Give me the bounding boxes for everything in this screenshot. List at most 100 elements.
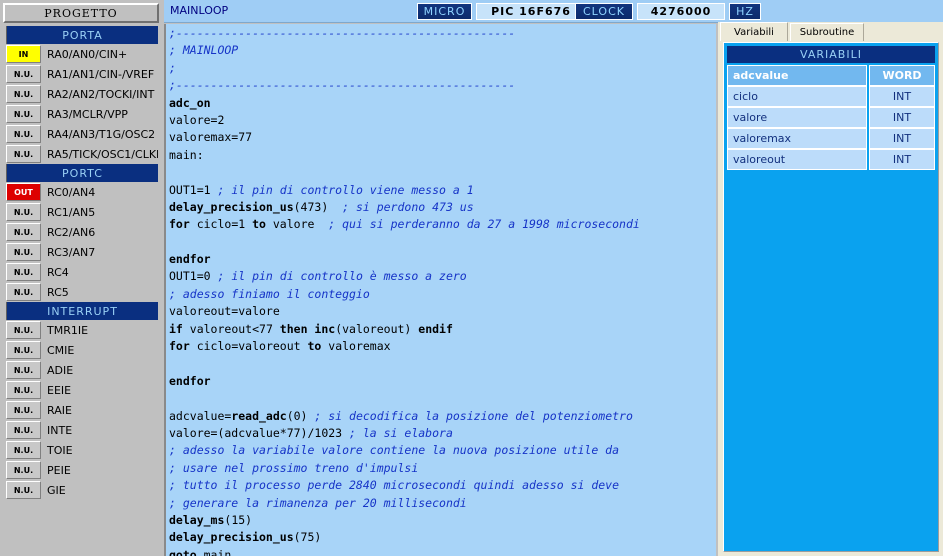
code-line: valoremax=77	[169, 129, 716, 146]
code-plain: valoremax=77	[169, 130, 253, 145]
pin-state-button[interactable]: N.U.	[6, 85, 41, 103]
pin-row[interactable]: N.U. EEIE	[6, 380, 158, 400]
pin-state-button[interactable]: N.U.	[6, 481, 41, 499]
pin-row[interactable]: N.U. PEIE	[6, 460, 158, 480]
pin-state-button[interactable]: N.U.	[6, 461, 41, 479]
code-line: delay_ms(15)	[169, 512, 716, 529]
code-plain: ciclo=valoreout	[189, 339, 308, 354]
pin-state-button[interactable]: N.U.	[6, 321, 41, 339]
code-comment: ; il pin di controllo è messo a zero	[217, 269, 467, 284]
pin-label: RAIE	[47, 403, 72, 417]
pin-row[interactable]: N.U. GIE	[6, 480, 158, 500]
pin-row[interactable]: OUT RC0/AN4	[6, 182, 158, 202]
code-keyword: adc_on	[169, 95, 211, 110]
pin-row[interactable]: IN RA0/AN0/CIN+	[6, 44, 158, 64]
pin-row[interactable]: N.U. RC2/AN6	[6, 222, 158, 242]
pin-label: RC1/AN5	[47, 205, 96, 219]
pin-row[interactable]: N.U. RAIE	[6, 400, 158, 420]
code-plain: valore=2	[169, 112, 225, 127]
tabstrip: Variabili Subroutine	[718, 22, 943, 41]
variable-type: WORD	[869, 65, 935, 86]
pin-state-button[interactable]: N.U.	[6, 105, 41, 123]
pin-state-button[interactable]: N.U.	[6, 65, 41, 83]
code-line: for ciclo=1 to valore ; qui si perderann…	[169, 216, 716, 233]
pin-state-button[interactable]: N.U.	[6, 263, 41, 281]
code-text[interactable]: ;---------------------------------------…	[169, 25, 716, 556]
variable-row[interactable]: valore INT	[727, 107, 935, 128]
variable-name: valoremax	[727, 128, 867, 149]
code-comment: ; si perdono 473 us	[342, 199, 474, 214]
code-plain: (0)	[286, 408, 315, 423]
pin-row[interactable]: N.U. RA1/AN1/CIN-/VREF	[6, 64, 158, 84]
pin-label: RA3/MCLR/VPP	[47, 107, 128, 121]
pin-row[interactable]: N.U. RA3/MCLR/VPP	[6, 104, 158, 124]
pin-label: GIE	[47, 483, 66, 497]
code-line: delay_precision_us(473) ; si perdono 473…	[169, 199, 716, 216]
pin-state-button[interactable]: N.U.	[6, 341, 41, 359]
pin-state-button[interactable]: OUT	[6, 183, 41, 201]
code-editor[interactable]: ;---------------------------------------…	[164, 24, 716, 556]
pin-state-button[interactable]: N.U.	[6, 441, 41, 459]
code-line: ; generare la rimanenza per 20 milliseco…	[169, 495, 716, 512]
pin-row[interactable]: N.U. RC4	[6, 262, 158, 282]
pin-state-button[interactable]: N.U.	[6, 283, 41, 301]
variable-type: INT	[869, 86, 935, 107]
toolbar: MAINLOOP MICRO PIC 16F676 CLOCK 4276000 …	[164, 0, 943, 23]
pin-state-button[interactable]: N.U.	[6, 145, 41, 163]
tab-variabili[interactable]: Variabili	[720, 22, 788, 41]
micro-value[interactable]: PIC 16F676	[476, 3, 586, 20]
code-line: valore=2	[169, 112, 716, 129]
pin-state-button[interactable]: N.U.	[6, 361, 41, 379]
code-comment: ; tutto il processo perde 2840 microseco…	[169, 478, 620, 493]
pin-state-button[interactable]: N.U.	[6, 421, 41, 439]
code-keyword: endfor	[169, 373, 211, 388]
pin-state-button[interactable]: N.U.	[6, 381, 41, 399]
code-plain: valore	[265, 217, 329, 232]
pin-state-button[interactable]: IN	[6, 45, 41, 63]
code-comment: ; MAINLOOP	[169, 43, 239, 58]
pin-row[interactable]: N.U. RC1/AN5	[6, 202, 158, 222]
progetto-button[interactable]: PROGETTO	[3, 3, 159, 23]
variable-row[interactable]: valoreout INT	[727, 149, 935, 170]
pin-label: RC4	[47, 265, 69, 279]
pin-label: RC2/AN6	[47, 225, 96, 239]
pin-row[interactable]: N.U. RA4/AN3/T1G/OSC2	[6, 124, 158, 144]
pin-row[interactable]: N.U. TOIE	[6, 440, 158, 460]
code-keyword: delay_ms	[169, 512, 225, 527]
code-plain: (valoreout)	[335, 321, 419, 336]
pin-row[interactable]: N.U. RA5/TICK/OSC1/CLKI	[6, 144, 158, 164]
pin-row[interactable]: N.U. INTE	[6, 420, 158, 440]
pin-row[interactable]: N.U. RC5	[6, 282, 158, 302]
pin-label: RC5	[47, 285, 69, 299]
variable-row[interactable]: ciclo INT	[727, 86, 935, 107]
pin-row[interactable]: N.U. CMIE	[6, 340, 158, 360]
pin-row[interactable]: N.U. TMR1IE	[6, 320, 158, 340]
pin-label: RC0/AN4	[47, 185, 96, 199]
pin-state-button[interactable]: N.U.	[6, 401, 41, 419]
code-plain: (15)	[224, 512, 253, 527]
pin-row[interactable]: N.U. RC3/AN7	[6, 242, 158, 262]
variables-panel: VARIABILI adcvalue WORD ciclo INT valore INT v…	[723, 42, 939, 552]
pin-row[interactable]: N.U. RA2/AN2/TOCKI/INT	[6, 84, 158, 104]
variable-row[interactable]: valoremax INT	[727, 128, 935, 149]
variable-name: valoreout	[727, 149, 867, 170]
pin-state-button[interactable]: N.U.	[6, 243, 41, 261]
variable-name: valore	[727, 107, 867, 128]
group-header-portc[interactable]: PORTC	[6, 164, 158, 182]
code-comment: ;---------------------------------------…	[169, 26, 516, 40]
pin-state-button[interactable]: N.U.	[6, 125, 41, 143]
tab-subroutine[interactable]: Subroutine	[790, 23, 864, 41]
pin-state-button[interactable]: N.U.	[6, 223, 41, 241]
code-comment: ; il pin di controllo viene messo a 1	[217, 182, 474, 197]
variable-row[interactable]: adcvalue WORD	[727, 65, 935, 86]
code-line: valore=(adcvalue*77)/1023 ; la si elabor…	[169, 425, 716, 442]
variable-name: adcvalue	[727, 65, 867, 86]
group-header-porta[interactable]: PORTA	[6, 26, 158, 44]
pin-row[interactable]: N.U. ADIE	[6, 360, 158, 380]
group-header-interrupt[interactable]: INTERRUPT	[6, 302, 158, 320]
pin-state-button[interactable]: N.U.	[6, 203, 41, 221]
micro-label: MICRO	[417, 3, 472, 20]
variables-list: adcvalue WORD ciclo INT valore INT valoremax IN…	[727, 65, 935, 170]
clock-value[interactable]: 4276000	[637, 3, 725, 20]
